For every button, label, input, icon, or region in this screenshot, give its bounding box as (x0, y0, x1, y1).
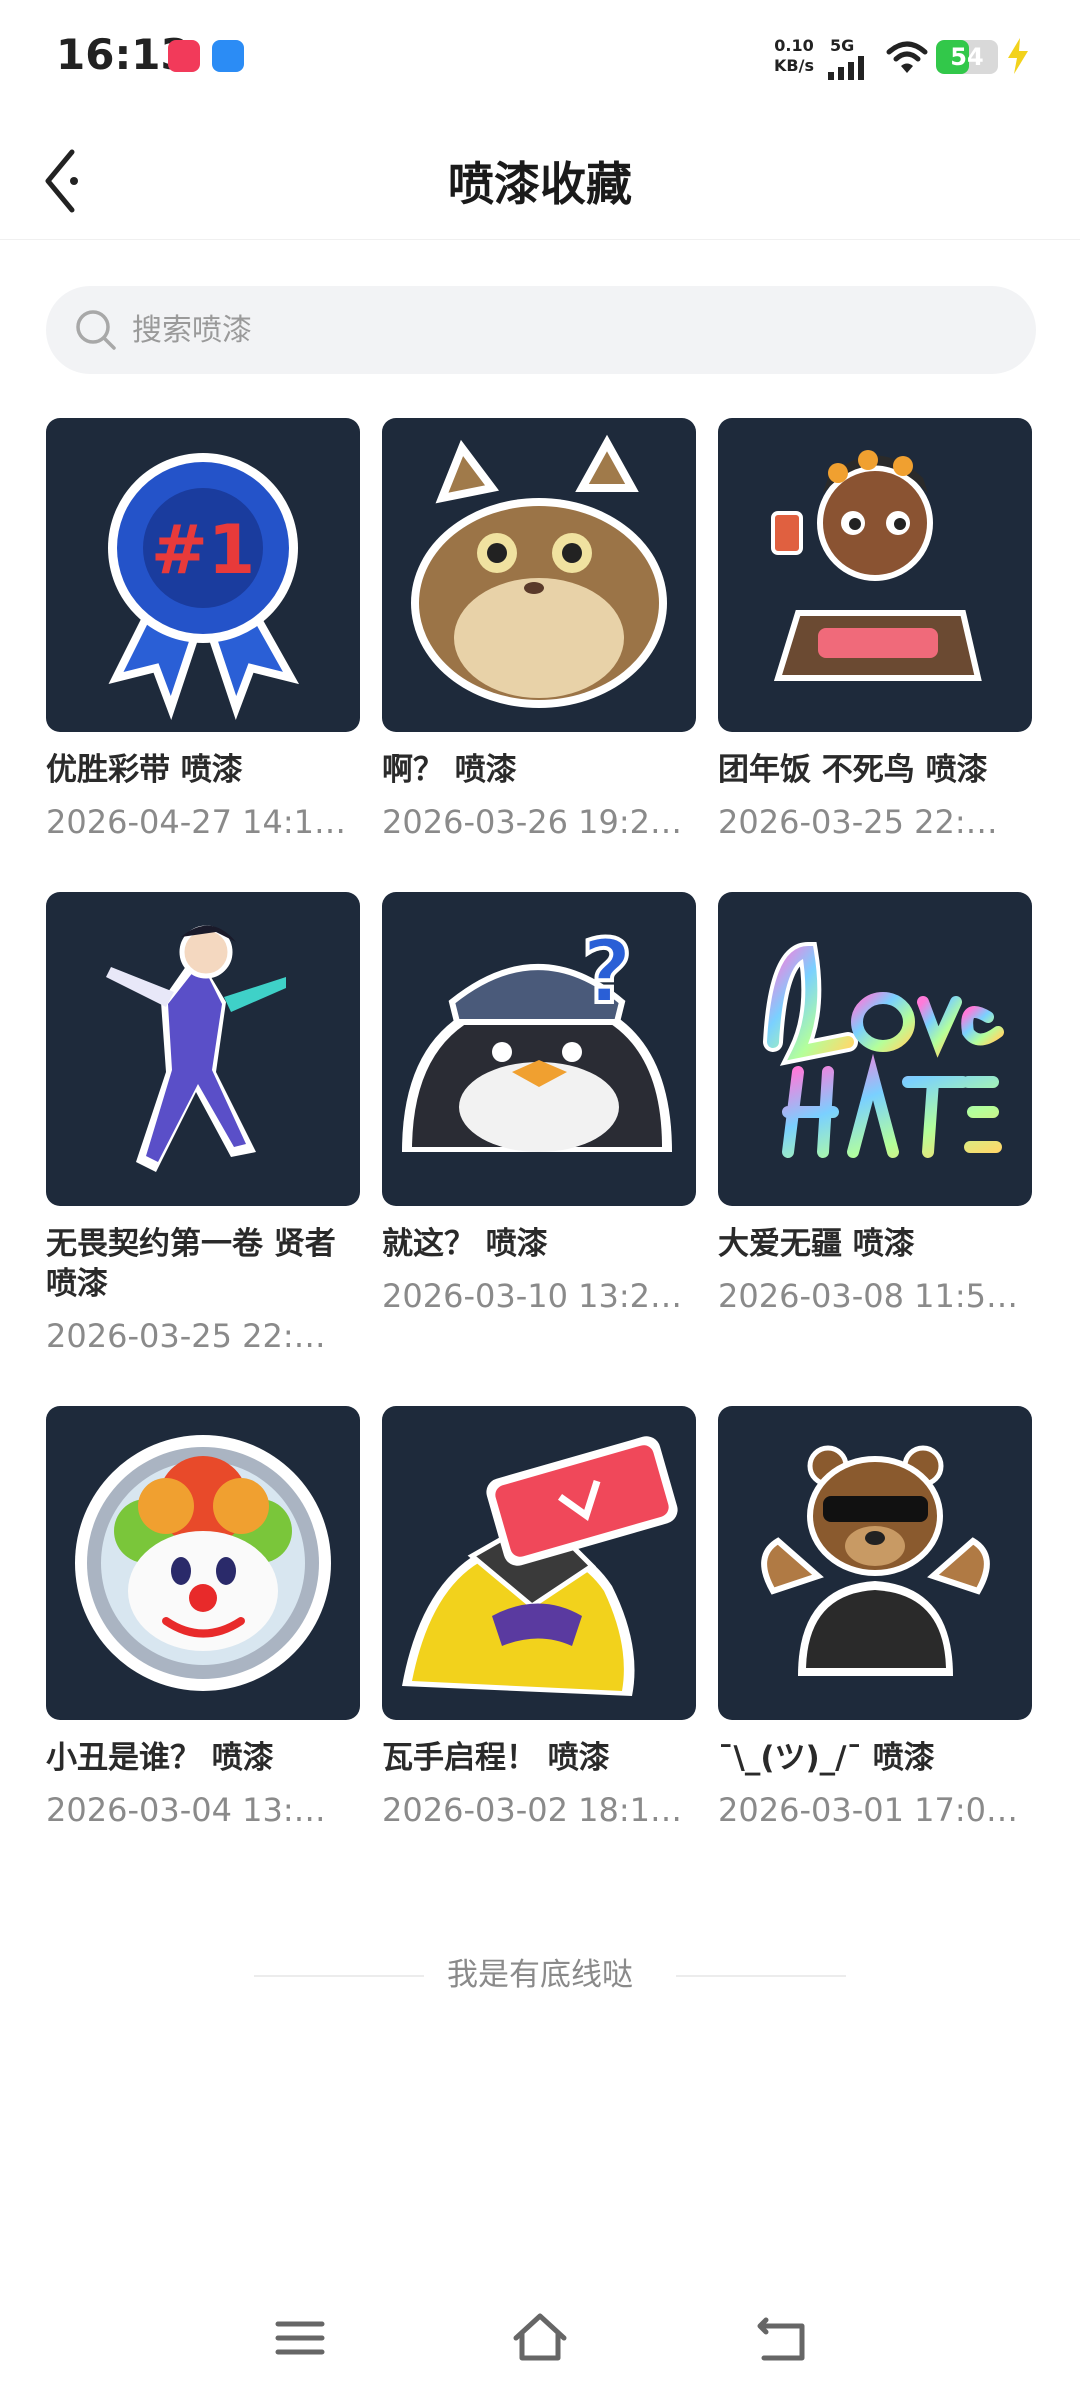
spray-title: 无畏契约第一卷 贤者 喷漆 (46, 1226, 336, 1302)
battery-icon: 54 (936, 40, 998, 74)
spray-thumbnail[interactable] (46, 892, 360, 1206)
spray-thumbnail[interactable]: #1 (46, 418, 360, 732)
spray-grid: #1 优胜彩带 喷漆 2026-04-27 14:1… 啊？ 喷漆 2026-0… (46, 418, 1036, 1830)
svg-text:?: ? (581, 920, 632, 1023)
search-icon (76, 310, 116, 350)
character-hotpot-dinner-icon (771, 450, 982, 681)
spray-title: 就这？ 喷漆 (382, 1226, 548, 1262)
spray-card[interactable]: 团年饭 不死鸟 喷漆 2026-03-25 22:… (718, 418, 1032, 842)
spray-card[interactable]: #1 优胜彩带 喷漆 2026-04-27 14:1… (46, 418, 360, 842)
bird-phone-icon (402, 1436, 678, 1696)
sage-agent-figure-icon (106, 925, 286, 1172)
spray-date: 2026-03-25 22:… (46, 1317, 326, 1355)
fat-cat-icon (411, 434, 667, 708)
spray-title: 小丑是谁？ 喷漆 (46, 1740, 274, 1776)
back-nav-icon[interactable] (752, 2308, 812, 2368)
penguin-question-icon: ? (402, 918, 672, 1152)
net-speed-unit: KB/s (774, 56, 814, 75)
spray-title: 啊？ 喷漆 (382, 752, 517, 788)
spray-thumbnail[interactable] (718, 892, 1032, 1206)
spray-thumbnail[interactable] (718, 1406, 1032, 1720)
shrugging-bear-icon (761, 1445, 990, 1676)
music-app-icon (168, 40, 200, 72)
clown-mirror-icon (75, 1435, 331, 1691)
spray-date: 2026-03-02 18:1… (382, 1791, 682, 1829)
spray-title: 大爱无疆 喷漆 (718, 1226, 915, 1262)
search-bar[interactable] (46, 286, 1036, 374)
spray-thumbnail[interactable]: ? (382, 892, 696, 1206)
divider (676, 1975, 846, 1977)
page-title: 喷漆收藏 (448, 157, 632, 211)
net-speed: 0.10 KB/s (770, 36, 818, 76)
spray-title: 瓦手启程！ 喷漆 (382, 1740, 610, 1776)
spray-card[interactable]: 啊？ 喷漆 2026-03-26 19:2… (382, 418, 696, 842)
spray-title: 优胜彩带 喷漆 (46, 752, 243, 788)
spray-date: 2026-03-26 19:2… (382, 803, 682, 841)
header: 喷漆收藏 (0, 120, 1080, 240)
spray-date: 2026-03-10 13:2… (382, 1277, 682, 1315)
battery-level: 54 (950, 43, 984, 71)
list-end-footer: 我是有底线哒 (0, 1950, 1080, 2000)
spray-card[interactable]: ? 就这？ 喷漆 2026-03-10 13:2… (382, 892, 696, 1356)
love-over-hate-text-icon (763, 941, 1004, 1158)
spray-card[interactable]: ¯\_(ツ)_/¯ 喷漆 2026-03-01 17:0… (718, 1406, 1032, 1830)
search-input[interactable] (130, 286, 1010, 374)
footer-text: 我是有底线哒 (447, 1957, 633, 1993)
home-icon[interactable] (510, 2308, 570, 2368)
spray-thumbnail[interactable] (382, 1406, 696, 1720)
spray-date: 2026-03-04 13:… (46, 1791, 326, 1829)
spray-date: 2026-03-25 22:… (718, 803, 998, 841)
status-bar: 16:13 0.10 KB/s 5G 54 (0, 0, 1080, 110)
net-speed-value: 0.10 (774, 36, 814, 55)
spray-date: 2026-03-08 11:5… (718, 1277, 1018, 1315)
spray-card[interactable]: 大爱无疆 喷漆 2026-03-08 11:5… (718, 892, 1032, 1356)
spray-thumbnail[interactable] (382, 418, 696, 732)
spray-title: ¯\_(ツ)_/¯ 喷漆 (718, 1740, 935, 1776)
wifi-icon (886, 41, 928, 73)
spray-thumbnail[interactable] (718, 418, 1032, 732)
spray-thumbnail[interactable] (46, 1406, 360, 1720)
du-app-icon (212, 40, 244, 72)
spray-card[interactable]: 瓦手启程！ 喷漆 2026-03-02 18:1… (382, 1406, 696, 1830)
spray-date: 2026-04-27 14:1… (46, 803, 346, 841)
menu-icon[interactable] (270, 2308, 330, 2368)
spray-card[interactable]: 小丑是谁？ 喷漆 2026-03-04 13:… (46, 1406, 360, 1830)
status-indicators: 0.10 KB/s 5G 54 (770, 34, 1040, 82)
blue-rosette-ribbon-icon: #1 (108, 453, 300, 720)
network-type: 5G (830, 36, 855, 55)
signal-icon (828, 56, 864, 80)
spray-title: 团年饭 不死鸟 喷漆 (718, 752, 988, 788)
charging-bolt-icon (1008, 38, 1028, 74)
spray-date: 2026-03-01 17:0… (718, 1791, 1018, 1829)
svg-text:#1: #1 (151, 511, 255, 590)
spray-card[interactable]: 无畏契约第一卷 贤者 喷漆 2026-03-25 22:… (46, 892, 360, 1356)
system-navigation-bar (0, 2290, 1080, 2380)
